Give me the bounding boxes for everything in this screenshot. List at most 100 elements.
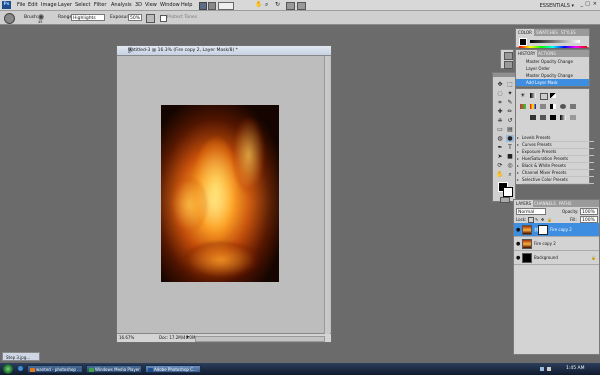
history-item[interactable]: Layer Order <box>516 65 589 72</box>
tray-network-icon[interactable] <box>540 367 544 371</box>
minimized-document[interactable]: Step 3.jpg... <box>2 352 40 361</box>
posterize-icon[interactable] <box>540 115 546 120</box>
tab-history[interactable]: HISTORY <box>516 50 538 57</box>
quick-mask-icon[interactable] <box>500 197 510 203</box>
tray-clock[interactable]: 1:45 AM <box>566 366 585 371</box>
workspace-switcher[interactable]: ESSENTIALS ▾ <box>540 3 574 9</box>
marquee-tool-icon[interactable]: ⬚ <box>506 81 514 88</box>
gradient-map-icon[interactable] <box>560 115 566 120</box>
tab-paths[interactable]: PATHS <box>559 201 572 206</box>
brush-size[interactable]: 45 <box>38 20 42 24</box>
quicklaunch-ie-icon[interactable] <box>18 366 23 371</box>
color-fg-swatch[interactable] <box>519 38 527 46</box>
visibility-eye-icon[interactable]: ● <box>516 227 520 233</box>
lock-all-icon[interactable]: 🔒 <box>547 217 552 222</box>
taskbar-button-firefox[interactable]: wanted - photoshop ... <box>27 365 83 373</box>
lasso-tool-icon[interactable]: ◌ <box>496 90 504 97</box>
mini-bridge-icon[interactable] <box>208 2 216 10</box>
menu-help[interactable]: Help <box>181 2 192 8</box>
layer-row[interactable]: ● Background 🔒 <box>514 251 599 265</box>
document-title-bar[interactable]: Untitled-3 @ 16.3% (Fire copy 2, Layer M… <box>117 46 331 56</box>
tab-swatches[interactable]: SWATCHES <box>536 30 558 35</box>
exposure-icon[interactable] <box>550 93 556 98</box>
tab-styles[interactable]: STYLES <box>561 30 576 35</box>
dodge-tool-icon[interactable]: ● <box>506 135 514 142</box>
eraser-tool-icon[interactable]: ▭ <box>496 126 504 133</box>
brush-tool-icon[interactable]: ✏ <box>506 108 514 115</box>
type-tool-icon[interactable]: T <box>506 144 514 151</box>
tab-actions[interactable]: ACTIONS <box>538 51 556 56</box>
adjustment-preset[interactable]: Black & White Presets <box>517 163 594 170</box>
airbrush-icon[interactable] <box>146 14 155 23</box>
layer-mask-thumbnail[interactable] <box>538 225 548 235</box>
layer-name[interactable]: Fire copy 2 <box>550 227 572 232</box>
menu-window[interactable]: Window <box>160 2 180 8</box>
crop-tool-icon[interactable]: ⌗ <box>496 99 504 106</box>
zoom-level-box[interactable] <box>218 2 234 10</box>
invert-icon[interactable] <box>530 115 536 120</box>
layer-name[interactable]: Background <box>534 255 558 260</box>
menu-layer[interactable]: Layer <box>58 2 72 8</box>
tab-layers[interactable]: LAYERS <box>514 200 534 207</box>
history-brush-tool-icon[interactable]: ↺ <box>506 117 514 124</box>
taskbar-button-media-player[interactable]: Windows Media Player <box>86 365 142 373</box>
screen-mode-icon[interactable] <box>297 2 306 10</box>
fire-artwork-canvas[interactable] <box>161 105 279 282</box>
bridge-icon[interactable] <box>199 2 207 10</box>
close-app-icon[interactable]: × <box>593 1 597 7</box>
adjustment-preset[interactable]: Selective Color Presets <box>517 177 594 184</box>
lock-image-icon[interactable]: ✎ <box>535 217 538 222</box>
tab-channels[interactable]: CHANNELS <box>534 201 556 206</box>
adjustment-preset[interactable]: Channel Mixer Presets <box>517 170 594 177</box>
black-white-icon[interactable] <box>550 104 556 109</box>
hand-tool-icon[interactable]: ✋ <box>496 171 504 178</box>
menu-analysis[interactable]: Analysis <box>111 2 132 8</box>
history-item-selected[interactable]: Add Layer Mask <box>516 79 589 86</box>
threshold-icon[interactable] <box>550 115 556 120</box>
brightness-contrast-icon[interactable]: ☀ <box>520 92 525 99</box>
eyedropper-tool-icon[interactable]: ✎ <box>506 99 514 106</box>
history-item[interactable]: Master Opacity Change <box>516 58 589 65</box>
arrange-documents-icon[interactable] <box>286 2 295 10</box>
rotate-view-icon[interactable]: ↻ <box>275 1 280 8</box>
menu-edit[interactable]: Edit <box>28 2 38 8</box>
zoom-icon[interactable]: ⌕ <box>265 1 268 9</box>
3d-rotate-tool-icon[interactable]: ⟳ <box>496 162 504 169</box>
opacity-field[interactable]: 100% <box>580 208 598 215</box>
actions-panel-icon[interactable] <box>504 61 513 69</box>
adjustment-preset[interactable]: Curves Presets <box>517 142 594 149</box>
gradient-tool-icon[interactable]: ▤ <box>506 126 514 133</box>
protect-tones-checkbox[interactable] <box>160 15 167 22</box>
shape-tool-icon[interactable]: ■ <box>506 153 514 160</box>
color-balance-icon[interactable] <box>540 104 546 109</box>
taskbar-button-photoshop[interactable]: Adobe Photoshop C... <box>145 365 201 373</box>
healing-brush-tool-icon[interactable]: ✚ <box>496 108 504 115</box>
exposure-field[interactable]: 50% <box>128 14 142 21</box>
hue-saturation-icon[interactable] <box>530 104 536 109</box>
tools-panel-header[interactable] <box>493 73 515 77</box>
menu-file[interactable]: File <box>17 2 25 8</box>
lock-position-icon[interactable]: ✥ <box>541 217 544 222</box>
path-selection-tool-icon[interactable]: ➤ <box>496 153 504 160</box>
maximize-app-icon[interactable]: □ <box>585 1 590 7</box>
visibility-eye-icon[interactable]: ● <box>516 241 520 247</box>
history-panel-icon[interactable] <box>504 52 513 60</box>
history-item[interactable]: Master Opacity Change <box>516 72 589 79</box>
color-ramp[interactable] <box>519 46 587 48</box>
blur-tool-icon[interactable]: ◍ <box>496 135 504 142</box>
vibrance-icon[interactable] <box>520 104 526 109</box>
adjustment-preset[interactable]: Exposure Presets <box>517 149 594 156</box>
layer-row-selected[interactable]: ● ⛓ Fire copy 2 <box>514 223 599 237</box>
background-color-swatch[interactable] <box>503 187 513 197</box>
start-orb-icon[interactable] <box>3 364 13 374</box>
visibility-eye-icon[interactable]: ● <box>516 255 520 261</box>
tab-color[interactable]: COLOR <box>516 29 534 36</box>
pen-tool-icon[interactable]: ✒ <box>496 144 504 151</box>
minimize-app-icon[interactable]: _ <box>581 1 584 7</box>
range-select[interactable]: Highlights <box>71 14 105 21</box>
blend-mode-select[interactable]: Normal <box>516 208 546 215</box>
channel-mixer-icon[interactable] <box>570 104 576 109</box>
selective-color-icon[interactable] <box>570 115 576 120</box>
fill-field[interactable]: 100% <box>580 216 598 223</box>
vertical-scrollbar[interactable] <box>324 56 330 334</box>
